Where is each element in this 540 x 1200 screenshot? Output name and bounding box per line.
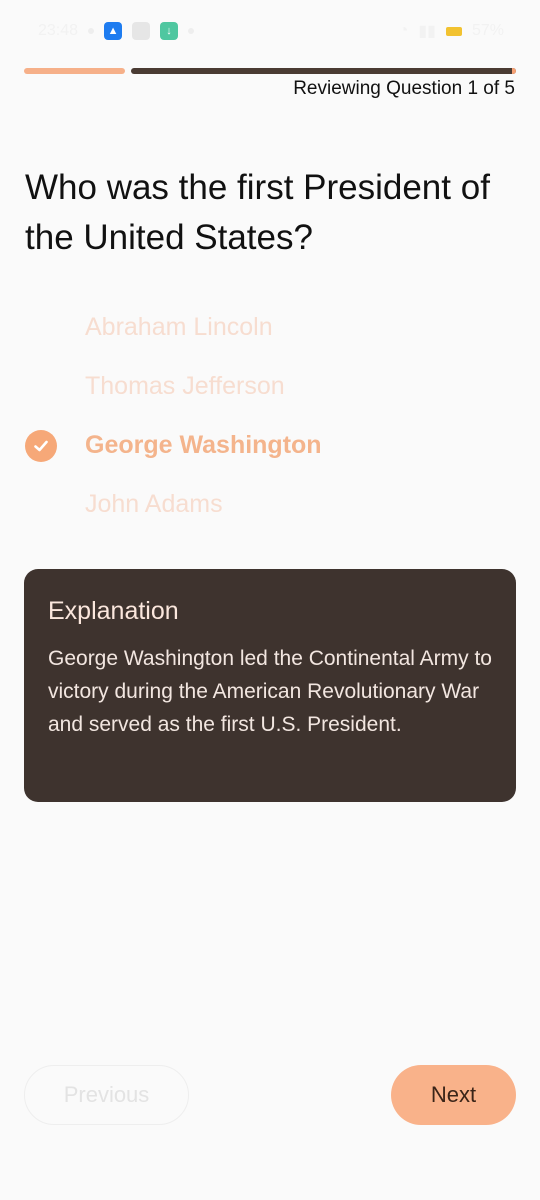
next-button[interactable]: Next xyxy=(391,1065,516,1125)
dot-icon xyxy=(88,28,95,34)
answer-option[interactable]: John Adams xyxy=(0,475,540,534)
status-time: 23:48 xyxy=(38,22,79,39)
signal-icon: ▮▮ xyxy=(418,23,436,40)
question-text: Who was the first President of the Unite… xyxy=(25,168,490,257)
explanation-card: Explanation George Washington led the Co… xyxy=(24,569,516,802)
answer-option[interactable]: Thomas Jefferson xyxy=(0,357,540,416)
check-circle-icon xyxy=(25,429,57,462)
progress-bar xyxy=(24,68,516,74)
progress-tip xyxy=(512,68,516,74)
explanation-body: George Washington led the Continental Ar… xyxy=(48,647,492,736)
battery-icon xyxy=(445,26,462,36)
previous-button[interactable]: Previous xyxy=(24,1065,189,1125)
answer-option-label: John Adams xyxy=(85,490,223,518)
dot-icon xyxy=(188,28,195,34)
answer-option-label: Thomas Jefferson xyxy=(85,372,285,400)
app-icon: ▲ xyxy=(104,22,123,40)
status-bar: 23:48 ▲ ↓ ◔ ▮▮ 57% xyxy=(0,0,540,62)
calendar-icon xyxy=(132,22,151,40)
answer-option-correct[interactable]: George Washington xyxy=(0,416,540,475)
wifi-icon: ◔ xyxy=(398,22,409,39)
progress-completed-segment xyxy=(24,68,125,74)
explanation-title: Explanation xyxy=(48,597,179,625)
status-bar-left: 23:48 ▲ ↓ xyxy=(38,22,195,40)
progress-remaining-segment xyxy=(131,68,516,74)
answer-option[interactable]: Abraham Lincoln xyxy=(0,298,540,357)
review-progress-label: Reviewing Question 1 of 5 xyxy=(293,78,515,99)
download-icon: ↓ xyxy=(160,22,179,40)
answer-option-label: George Washington xyxy=(85,431,322,459)
answer-option-label: Abraham Lincoln xyxy=(85,313,273,341)
answer-options: Abraham Lincoln Thomas Jefferson George … xyxy=(0,298,540,534)
status-bar-right: ◔ ▮▮ 57% xyxy=(399,21,504,41)
battery-percent: 57% xyxy=(471,22,504,39)
